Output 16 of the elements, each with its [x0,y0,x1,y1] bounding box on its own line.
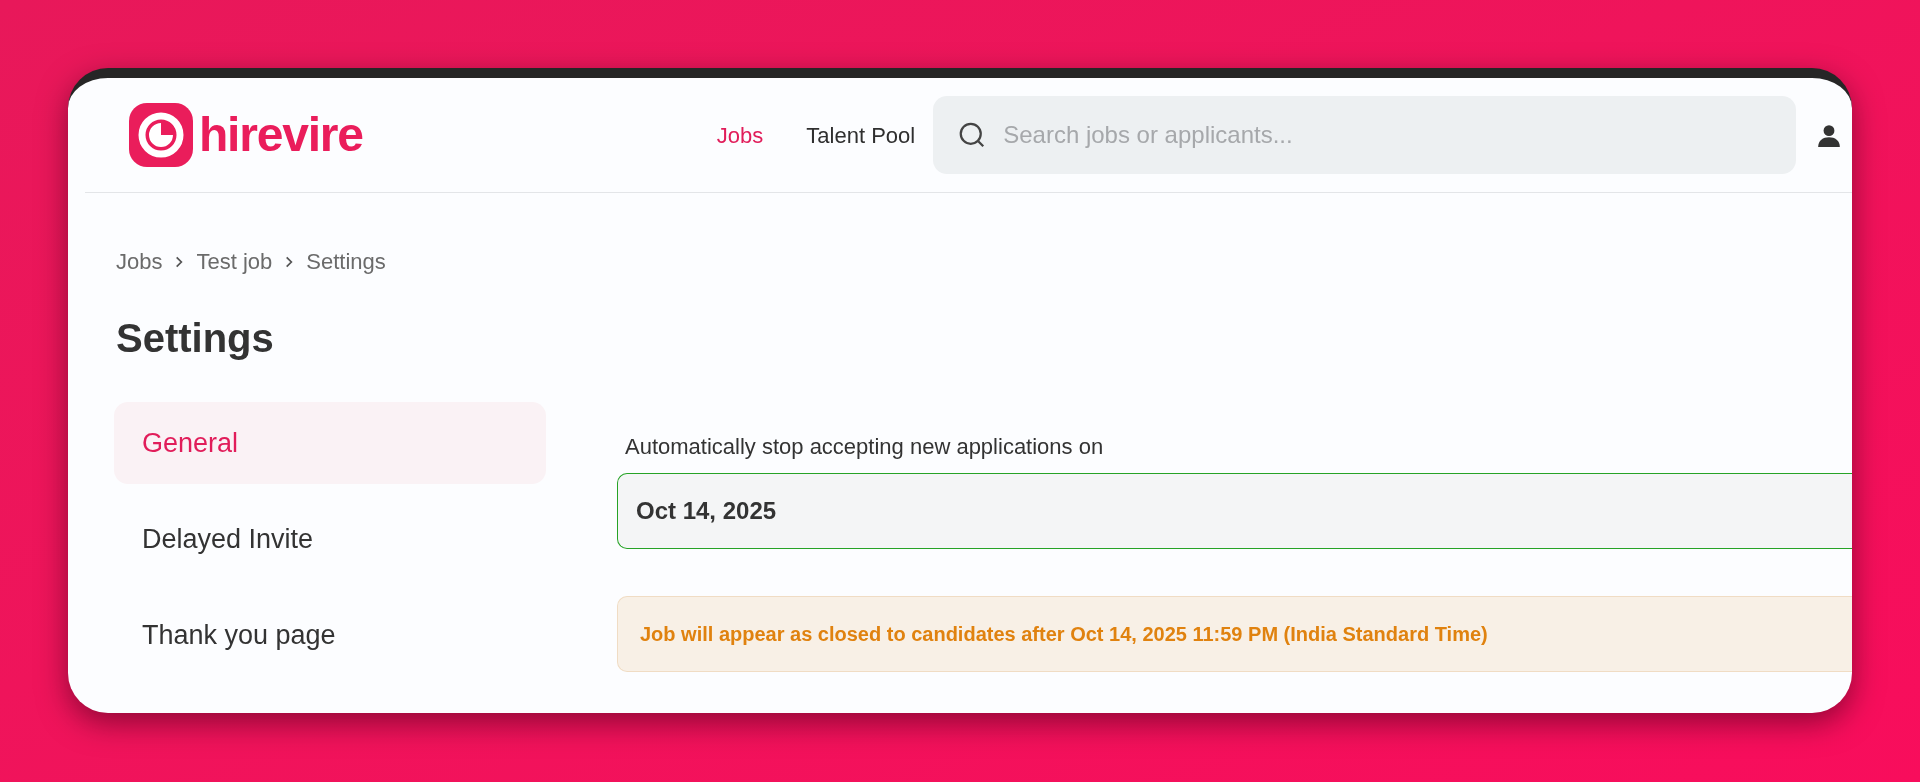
breadcrumb-link[interactable]: Test job [196,245,273,278]
sidebar-item[interactable]: Thank you page [114,594,546,676]
logo-icon [129,103,193,167]
sidebar-item[interactable]: Delayed Invite [114,498,546,580]
date-field[interactable]: Oct 14, 2025 [617,473,1852,549]
sidebar-item[interactable]: General [114,402,546,484]
page-title: Settings [116,315,275,362]
field-label: Automatically stop accepting new applications on [624,433,1105,461]
user-icon[interactable] [1816,122,1843,148]
breadcrumb-link[interactable]: Jobs [116,245,163,278]
logo-text: hirevire [199,111,363,159]
breadcrumb-current: Settings [306,248,386,276]
nav-link[interactable]: Talent Pool [806,118,916,152]
notice-banner: Job will appear as closed to candidates after Oct 14, 2025 11:59 PM (India Standard Time) [617,596,1852,672]
nav-link[interactable]: Jobs [716,118,764,152]
search-field[interactable]: Search jobs or applicants... [933,96,1797,174]
